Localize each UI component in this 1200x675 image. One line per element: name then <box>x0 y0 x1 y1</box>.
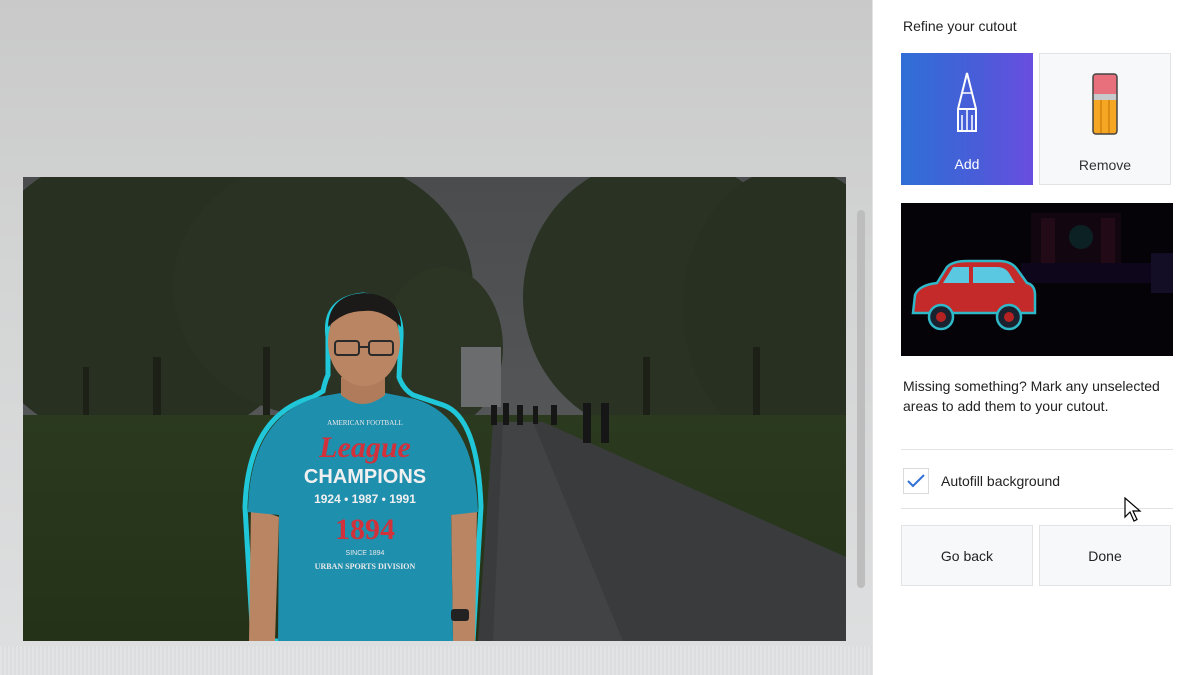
autofill-background-toggle[interactable]: Autofill background <box>903 467 1060 495</box>
autofill-checkbox[interactable] <box>903 468 929 494</box>
remove-tool-button[interactable]: Remove <box>1039 53 1171 185</box>
shirt-line6: SINCE 1894 <box>346 550 385 557</box>
shirt-line1: AMERICAN FOOTBALL <box>327 419 403 427</box>
checkmark-icon <box>907 474 925 488</box>
eraser-icon <box>1090 72 1120 136</box>
shirt-line2: League <box>318 431 411 464</box>
add-tool-label: Add <box>954 156 980 172</box>
canvas-bottom-strip <box>0 646 872 675</box>
add-tool-button[interactable]: Add <box>901 53 1033 185</box>
divider-top <box>901 449 1173 450</box>
canvas-area: AMERICAN FOOTBALL League CHAMPIONS 1924 … <box>0 0 872 675</box>
refine-panel: Refine your cutout Add Remove Missing so… <box>872 0 1200 675</box>
distant-building <box>461 347 501 407</box>
go-back-button[interactable]: Go back <box>901 525 1033 586</box>
panel-title: Refine your cutout <box>903 18 1017 34</box>
photo-scene: AMERICAN FOOTBALL League CHAMPIONS 1924 … <box>23 177 846 641</box>
autofill-label: Autofill background <box>941 473 1061 489</box>
done-button[interactable]: Done <box>1039 525 1171 586</box>
mouse-pointer-icon <box>1124 496 1142 528</box>
photo-canvas[interactable]: AMERICAN FOOTBALL League CHAMPIONS 1924 … <box>23 177 846 641</box>
shirt-line3: CHAMPIONS <box>304 466 426 488</box>
shirt-line5: 1894 <box>335 513 395 546</box>
help-text: Missing something? Mark any unselected a… <box>903 378 1160 414</box>
pen-icon <box>952 71 982 135</box>
tutorial-preview <box>901 203 1173 356</box>
remove-tool-label: Remove <box>1078 157 1132 173</box>
shirt-line7: URBAN SPORTS DIVISION <box>315 562 416 571</box>
vertical-scrollbar[interactable] <box>857 210 865 588</box>
shirt-line4: 1924 • 1987 • 1991 <box>314 492 416 506</box>
